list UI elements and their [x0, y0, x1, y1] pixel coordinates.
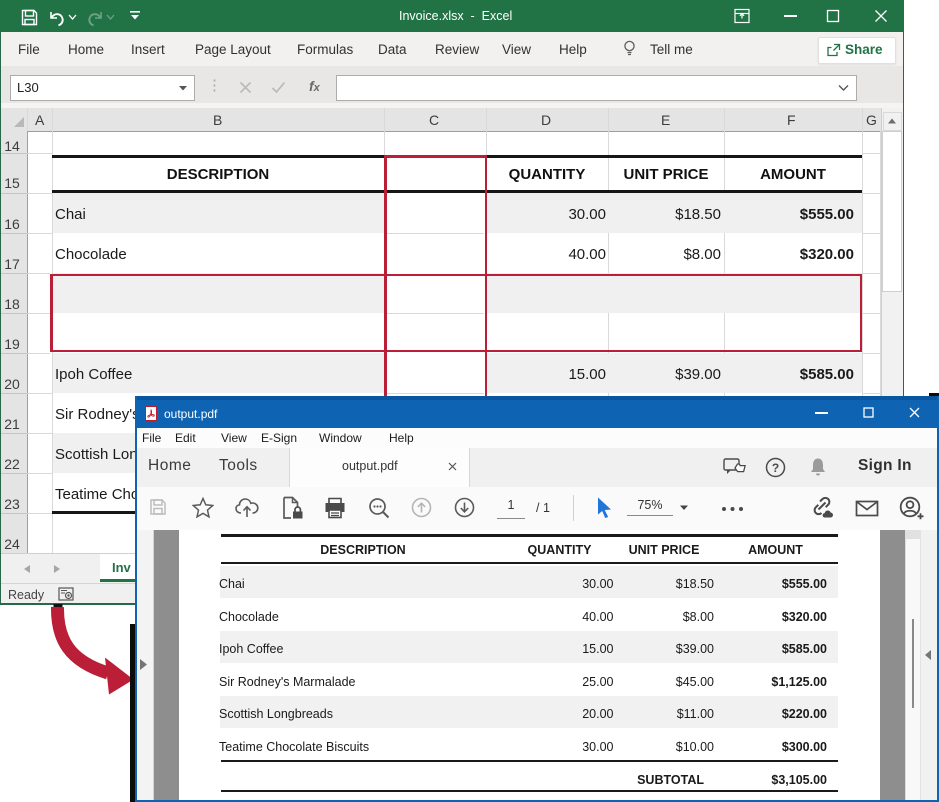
- svg-text:?: ?: [772, 461, 779, 475]
